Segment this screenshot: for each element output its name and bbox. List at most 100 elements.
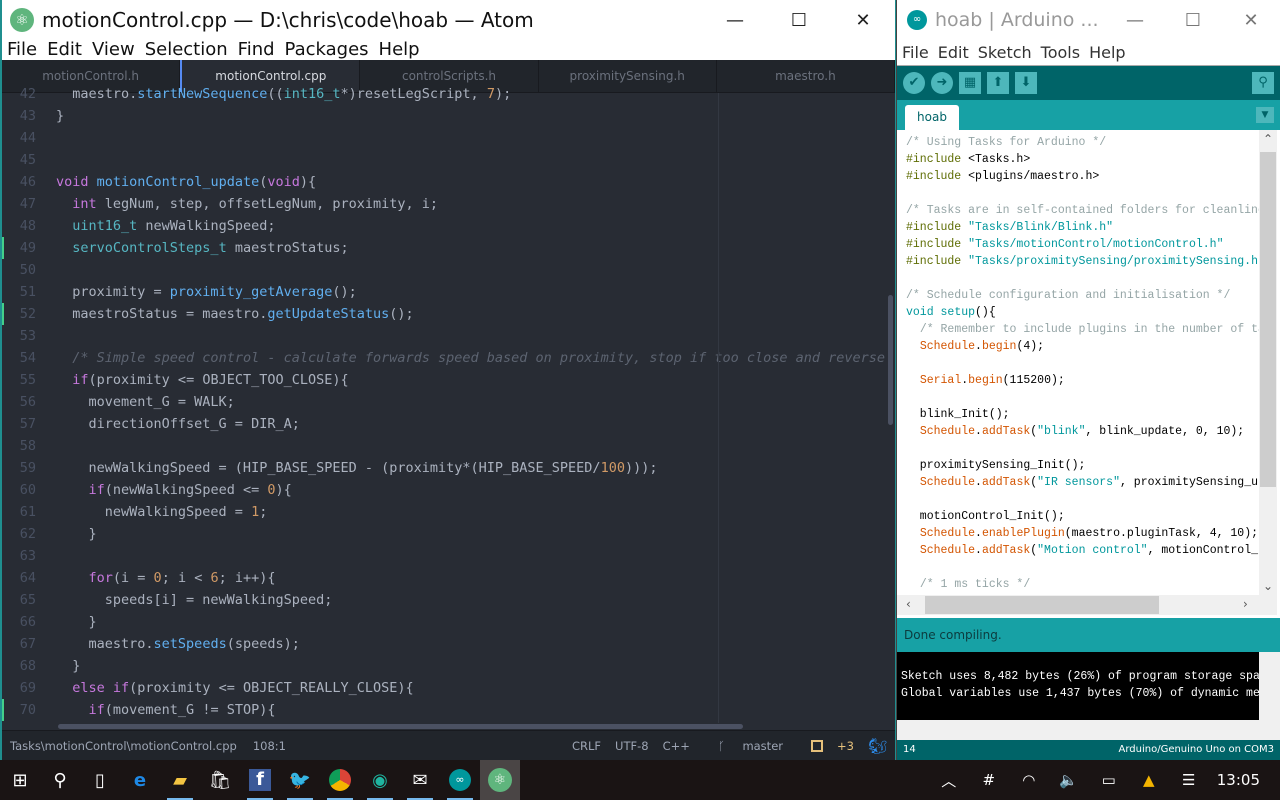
menu-item-edit[interactable]: Edit (42, 40, 87, 60)
git-changes[interactable]: +3 (797, 739, 854, 753)
code-token: 7 (486, 86, 495, 102)
line-number: 49 (19, 240, 36, 256)
slack-icon[interactable]: # (969, 760, 1009, 800)
verify-button[interactable]: ✔ (903, 72, 925, 94)
maximize-button[interactable]: ☐ (767, 10, 831, 31)
line-number: 52 (19, 306, 36, 322)
clock[interactable]: 13:05 (1209, 771, 1280, 789)
arduino-taskbar-icon[interactable]: ∞ (440, 760, 480, 800)
save-button[interactable]: ⬇ (1015, 72, 1037, 94)
code-token: if (88, 482, 105, 498)
code-token: movement_G = WALK; (56, 394, 235, 410)
menu-item-sketch[interactable]: Sketch (973, 43, 1036, 62)
console-horizontal-scrollbar[interactable] (897, 720, 1280, 740)
maximize-button[interactable]: ☐ (1164, 10, 1222, 31)
wifi-icon[interactable]: ◠ (1009, 760, 1049, 800)
code-token: (); (332, 284, 357, 300)
status-message: Done compiling. (897, 618, 1280, 652)
new-button[interactable]: ▦ (959, 72, 981, 94)
line-ending[interactable]: CRLF (572, 739, 601, 753)
minimize-button[interactable]: — (703, 10, 767, 31)
vertical-scrollbar[interactable] (888, 295, 893, 425)
open-button[interactable]: ⬆ (987, 72, 1009, 94)
menu-item-find[interactable]: Find (233, 40, 280, 60)
grammar[interactable]: C++ (663, 739, 690, 753)
code-token: /* Remember to include plugins in the nu… (919, 323, 1259, 336)
line-number: 58 (19, 438, 36, 454)
search-icon[interactable]: ⚲ (40, 760, 80, 800)
code-line: Schedule.addTask("IR sensors", proximity… (897, 474, 1259, 491)
chrome-icon[interactable] (320, 760, 360, 800)
menu-item-tools[interactable]: Tools (1036, 43, 1084, 62)
menu-item-view[interactable]: View (87, 40, 140, 60)
code-token: ); (494, 86, 512, 102)
file-path[interactable]: Tasks\motionControl\motionControl.cpp (10, 739, 237, 753)
menu-item-help[interactable]: Help (374, 40, 425, 60)
menu-item-edit[interactable]: Edit (933, 43, 973, 62)
code-line: Schedule.addTask("Motion control", motio… (897, 542, 1259, 559)
code-editor[interactable]: 42 maestro. startNewSequence((int16_t *)re… (2, 83, 888, 723)
code-line: 53 (2, 325, 888, 347)
line-number: 54 (19, 350, 36, 366)
serial-monitor-button[interactable]: ⚲ (1252, 72, 1274, 94)
code-token: ; (259, 504, 268, 520)
console-vertical-scrollbar[interactable] (1259, 652, 1280, 720)
encoding[interactable]: UTF-8 (615, 739, 649, 753)
squirrel-update-icon[interactable]: 🐿 (868, 737, 887, 755)
code-line: Schedule.begin(4); (897, 338, 1259, 355)
menu-item-selection[interactable]: Selection (140, 40, 233, 60)
show-hidden-icons[interactable]: ︿ (929, 760, 969, 800)
code-token: /* Simple speed control - calculate forw… (72, 350, 886, 366)
facebook-icon[interactable]: f (240, 760, 280, 800)
git-branch[interactable]: ᚴ master (704, 739, 783, 753)
close-button[interactable]: ✕ (831, 10, 895, 31)
menu-item-packages[interactable]: Packages (280, 40, 374, 60)
google-drive-icon[interactable]: ▲ (1129, 760, 1169, 800)
code-line: 54 /* Simple speed control - calculate f… (2, 347, 888, 369)
start-button[interactable]: ⊞ (0, 760, 40, 800)
battery-icon[interactable]: ▭ (1089, 760, 1129, 800)
cursor-position[interactable]: 108:1 (253, 739, 286, 753)
atom-taskbar-icon[interactable]: ⚛ (480, 760, 520, 800)
code-line: Schedule.addTask("blink", blink_update, … (897, 423, 1259, 440)
store-icon[interactable]: 🛍 (200, 760, 240, 800)
code-token: maestro. (56, 86, 138, 102)
line-number: 67 (19, 636, 36, 652)
code-line: Schedule.enablePlugin(maestro.pluginTask… (897, 525, 1259, 542)
code-token: Schedule (919, 340, 976, 353)
code-token: (){ (975, 306, 996, 319)
code-token: addTask (981, 476, 1031, 489)
tab-menu-dropdown[interactable]: ▼ (1256, 107, 1274, 123)
volume-icon[interactable]: 🔈 (1049, 760, 1089, 800)
code-line: 51 proximity = proximity_getAverage (); (2, 281, 888, 303)
horizontal-scrollbar[interactable] (58, 724, 743, 729)
menu-item-help[interactable]: Help (1084, 43, 1129, 62)
code-token: else if (72, 680, 130, 696)
upload-button[interactable]: ➜ (931, 72, 953, 94)
file-explorer-icon[interactable]: ▰ (160, 760, 200, 800)
code-token: setup (940, 306, 976, 319)
code-token: 6 (210, 570, 219, 586)
minimize-button[interactable]: — (1106, 10, 1164, 31)
action-center-icon[interactable]: ☰ (1169, 760, 1209, 800)
menu-item-file[interactable]: File (897, 43, 933, 62)
tab-hoab[interactable]: hoab (905, 105, 959, 130)
editor-horizontal-scrollbar[interactable]: ‹ › (897, 595, 1277, 615)
code-token: #include (906, 170, 962, 183)
code-line: #include <plugins/maestro.h> (897, 168, 1259, 185)
code-token: newWalkingSpeed = (56, 504, 252, 520)
editor-vertical-scrollbar[interactable]: ⌃ ⌄ (1259, 130, 1277, 595)
code-token: ( (259, 174, 268, 190)
gitkraken-icon[interactable]: ◉ (360, 760, 400, 800)
twitter-icon[interactable]: 🐦 (280, 760, 320, 800)
sketch-editor[interactable]: /* Using Tasks for Arduino */ #include <T… (897, 130, 1259, 595)
mail-icon[interactable]: ✉ (400, 760, 440, 800)
menu-item-file[interactable]: File (2, 40, 42, 60)
task-view-icon[interactable]: ▯ (80, 760, 120, 800)
close-button[interactable]: ✕ (1222, 10, 1280, 31)
edge-icon[interactable]: e (120, 760, 160, 800)
